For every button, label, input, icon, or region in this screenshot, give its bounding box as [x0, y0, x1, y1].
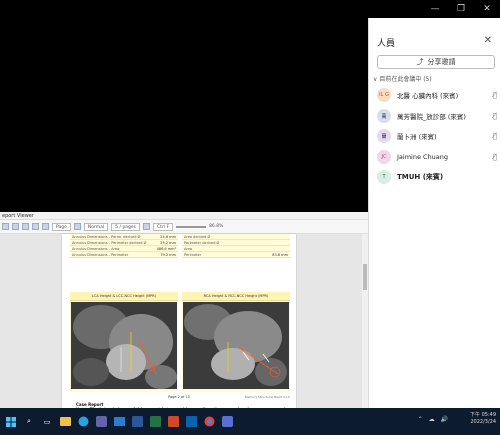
task-view-icon[interactable]: ▭ [40, 415, 54, 429]
page-field[interactable]: Page [52, 222, 71, 231]
participant-name: Jaimine Chuang [397, 153, 449, 161]
participant-name: 北醫 心臟內科 (來賓) [397, 92, 459, 100]
avatar: JC [377, 150, 391, 164]
teams-icon[interactable] [94, 415, 108, 429]
figure-lca-height: LCA Height & LCC-NCC Height (MPR) [70, 292, 178, 392]
system-tray-icons[interactable]: ⌃ ☁ 🔊 [418, 416, 450, 423]
table-row: Annulus Dimensions - Perimeter 79.2 mm [70, 253, 178, 258]
find-field[interactable]: Ctrl F [153, 222, 174, 231]
share-icon: ⤴ [416, 58, 424, 66]
figure-title: RCA Height & RCC-NCC Height (MPR) [182, 292, 290, 301]
taskbar: ⌕ ▭ ⌃ ☁ 🔊 下午 05:49 2022/3/24 [0, 408, 500, 435]
outlook-icon[interactable] [184, 415, 198, 429]
measurements-table-left: Annulus Dimensions - Perim. derived Ø 24.… [70, 234, 178, 258]
zoom-value: 86.8% [209, 224, 224, 229]
mic-muted-icon: 🎙̸ [492, 112, 497, 120]
file-explorer-icon[interactable] [58, 415, 72, 429]
search-icon[interactable] [143, 223, 151, 230]
participant-name: 萬芳醫院_放診部 (來賓) [397, 113, 466, 121]
zoom-slider[interactable] [176, 225, 207, 228]
participants-section-header[interactable]: ∨ 目前在此會議中 (5) [373, 74, 432, 83]
mic-muted-icon: 🎙̸ [492, 132, 497, 140]
mic-muted-icon: 🎙̸ [492, 91, 497, 99]
participant-item[interactable]: T TMUH (來賓) [377, 169, 497, 185]
pages-field[interactable]: 5 / pages [111, 222, 141, 231]
measurements-table-right: Area derived Ø Perimeter derived Ø Area … [182, 234, 290, 258]
windows-logo-icon[interactable] [4, 415, 18, 429]
print-icon[interactable] [2, 223, 9, 230]
minimize-button[interactable]: — [422, 0, 448, 18]
viewer-body: Annulus Dimensions - Perim. derived Ø 24.… [0, 234, 368, 422]
avatar: 蘭 [377, 129, 391, 143]
mail-icon[interactable] [112, 415, 126, 429]
participant-name: 蘭卜洲 (來賓) [397, 133, 437, 141]
clock[interactable]: 下午 05:49 2022/3/24 [470, 412, 496, 426]
zoom-mode-field[interactable]: Normal [83, 222, 109, 231]
report-page: Annulus Dimensions - Perim. derived Ø 24.… [62, 234, 296, 422]
report-viewer-window: eport Viewer Page Normal 5 / pages Ctrl … [0, 212, 368, 422]
participant-item[interactable]: 萬 萬芳醫院_放診部 (來賓) 🎙̸ [377, 108, 497, 124]
participant-name: TMUH (來賓) [397, 173, 444, 181]
export-icon[interactable] [12, 223, 19, 230]
powerpoint-icon[interactable] [166, 415, 180, 429]
next-page-icon[interactable] [73, 223, 81, 230]
page-footer: Page 2 of 15 Memory Structural Heart V1.… [62, 395, 296, 399]
scroll-thumb[interactable] [363, 264, 367, 290]
save-icon[interactable] [22, 223, 29, 230]
viewer-toolbar: Page Normal 5 / pages Ctrl F 86.8% [0, 220, 368, 234]
clock-date: 2022/3/24 [470, 419, 496, 425]
share-invite-label: 分享邀請 [427, 58, 456, 66]
figure-title: LCA Height & LCC-NCC Height (MPR) [70, 292, 178, 301]
participant-item[interactable]: JC Jaimine Chuang 🎙̸ [377, 149, 497, 165]
search-icon[interactable]: ⌕ [22, 415, 36, 429]
viewer-title: eport Viewer [0, 212, 368, 220]
first-page-icon[interactable] [32, 223, 39, 230]
people-panel: 人員 ✕ ⤴ 分享邀請 ∨ 目前在此會議中 (5) IL G 北醫 心臟內科 (… [368, 18, 500, 408]
restore-button[interactable]: ❐ [448, 0, 474, 18]
word-icon[interactable] [130, 415, 144, 429]
avatar: T [377, 170, 391, 184]
page-number: Page 2 of 15 [168, 395, 190, 399]
app-icon[interactable] [220, 415, 234, 429]
share-invite-button[interactable]: ⤴ 分享邀請 [377, 55, 495, 69]
close-window-button[interactable]: ✕ [474, 0, 500, 18]
mic-muted-icon: 🎙̸ [492, 153, 497, 161]
avatar: IL G [377, 88, 391, 102]
table-row: Perimeter 83.8 mm [182, 253, 290, 258]
figure-rca-height: RCA Height & RCC-NCC Height (MPR) [182, 292, 290, 392]
report-version: Memory Structural Heart V1.5 [244, 395, 290, 399]
section-label: 目前在此會議中 (5) [379, 76, 432, 83]
excel-icon[interactable] [148, 415, 162, 429]
window-controls: — ❐ ✕ [422, 0, 500, 18]
vertical-scrollbar[interactable] [362, 234, 368, 408]
clock-time: 下午 05:49 [470, 412, 496, 418]
chrome-icon[interactable] [202, 415, 216, 429]
close-panel-button[interactable]: ✕ [484, 35, 492, 46]
edge-icon[interactable] [76, 415, 90, 429]
participant-item[interactable]: 蘭 蘭卜洲 (來賓) 🎙̸ [377, 128, 497, 144]
ct-scan-image [71, 302, 177, 389]
panel-title: 人員 [377, 39, 396, 49]
participant-item[interactable]: IL G 北醫 心臟內科 (來賓) 🎙̸ [377, 87, 497, 103]
avatar: 萬 [377, 109, 391, 123]
prev-page-icon[interactable] [42, 223, 49, 230]
ct-scan-image [183, 302, 289, 389]
